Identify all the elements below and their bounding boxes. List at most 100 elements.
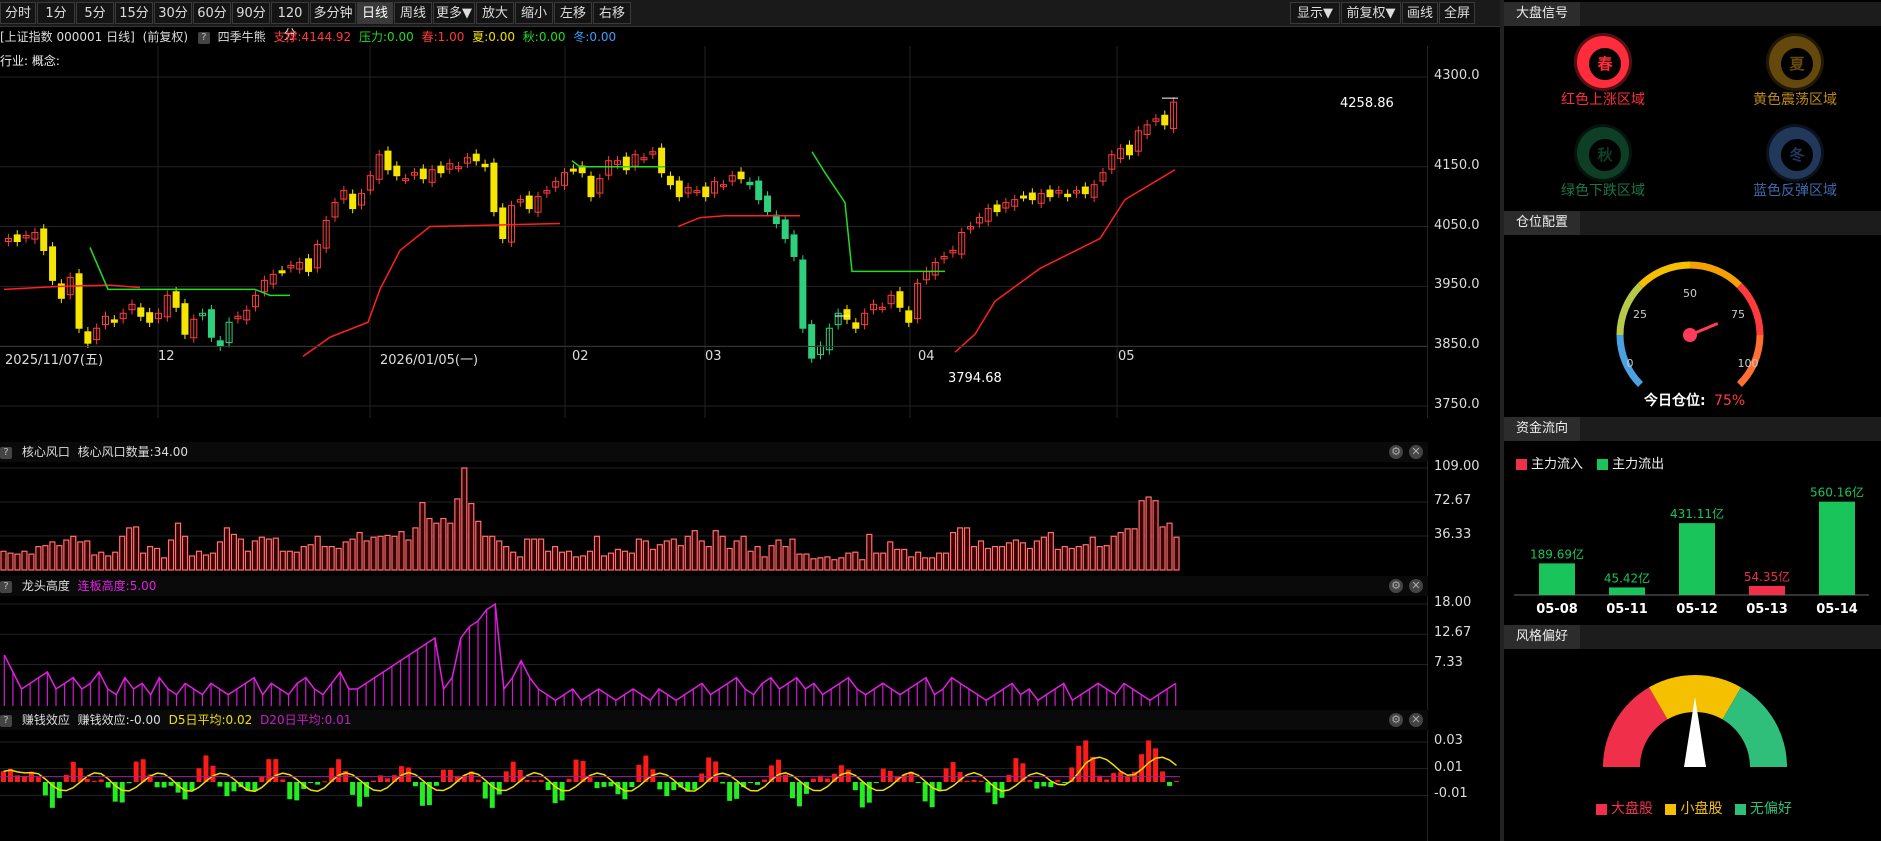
period-button-15[interactable]: 右移 xyxy=(593,2,631,24)
help-icon[interactable]: ? xyxy=(197,31,210,44)
money-bar xyxy=(482,782,488,799)
money-bar xyxy=(545,782,551,790)
signal-header: 大盘信号 xyxy=(1504,2,1881,26)
panel1-title-bar: ? 核心风口 核心风口数量:34.00 xyxy=(0,442,1428,462)
hotspot-bar xyxy=(133,526,140,571)
flow-date-0: 05-08 xyxy=(1536,602,1578,617)
panel3-settings-icon[interactable]: ⚙ xyxy=(1389,713,1403,727)
p1-tick-0: 109.00 xyxy=(1434,459,1480,474)
panel1-close-icon[interactable]: ✕ xyxy=(1409,445,1423,459)
hotspot-bar xyxy=(426,517,433,571)
panel2-title: 龙头高度 xyxy=(21,579,70,593)
hotspot-bar xyxy=(691,530,698,571)
hotspot-bar xyxy=(796,553,803,571)
period-button-6[interactable]: 90分 xyxy=(232,2,270,24)
candle-body xyxy=(737,171,745,180)
panel2-settings-icon[interactable]: ⚙ xyxy=(1389,579,1403,593)
money-bar xyxy=(42,782,48,796)
season-icon-2[interactable]: 秋 xyxy=(1577,127,1629,179)
season-icon-0[interactable]: 春 xyxy=(1577,36,1629,88)
style-swatch-large xyxy=(1596,803,1607,815)
period-button-5[interactable]: 60分 xyxy=(193,2,231,24)
toolbar-right-button-1[interactable]: 前复权▼ xyxy=(1341,2,1401,24)
period-button-4[interactable]: 30分 xyxy=(154,2,192,24)
period-button-12[interactable]: 放大 xyxy=(476,2,514,24)
money-bar xyxy=(1027,779,1033,782)
period-button-1[interactable]: 1分 xyxy=(37,2,75,24)
hotspot-bar xyxy=(538,538,545,571)
style-tab[interactable]: 风格偏好 xyxy=(1504,625,1581,649)
hotspot-bar xyxy=(447,522,454,571)
money-bar xyxy=(524,779,530,782)
hotspot-bar xyxy=(405,539,412,571)
money-bar xyxy=(971,779,977,782)
panel1-settings-icon[interactable]: ⚙ xyxy=(1389,445,1403,459)
money-bar xyxy=(1104,779,1110,782)
season-icon-3[interactable]: 冬 xyxy=(1769,127,1821,179)
period-button-13[interactable]: 缩小 xyxy=(515,2,553,24)
hotspot-bar xyxy=(398,531,405,571)
position-tab[interactable]: 仓位配置 xyxy=(1504,211,1581,235)
p3-tick-2: -0.01 xyxy=(1434,786,1468,802)
flow-tab[interactable]: 资金流向 xyxy=(1504,417,1581,441)
hotspot-bar xyxy=(963,527,971,571)
hotspot-bar xyxy=(251,540,258,571)
panel3-close-icon[interactable]: ✕ xyxy=(1409,713,1423,727)
candle-body xyxy=(349,193,357,210)
help-icon[interactable]: ? xyxy=(0,580,12,593)
period-button-7[interactable]: 120分 xyxy=(271,2,309,43)
toolbar-right-button-2[interactable]: 画线 xyxy=(1402,2,1438,24)
panel3-title-bar: ? 赚钱效应 赚钱效应:-0.00 D5日平均:0.02 D20日平均:0.01 xyxy=(0,710,1428,730)
money-bar xyxy=(350,782,356,795)
money-bar xyxy=(692,782,698,790)
date-tick-0: 2025/11/07(五) xyxy=(5,353,104,368)
hotspot-bar xyxy=(831,559,838,571)
candle-body xyxy=(808,324,816,359)
period-button-11[interactable]: 更多▼ xyxy=(433,2,475,24)
period-button-10[interactable]: 周线 xyxy=(394,2,432,24)
flow-date-3: 05-13 xyxy=(1746,602,1788,617)
style-legend: 大盘股 小盘股 无偏好 xyxy=(1596,798,1792,818)
hotspot-bar xyxy=(956,527,964,571)
period-button-8[interactable]: 多分钟 xyxy=(310,2,356,24)
period-button-9[interactable]: 日线 xyxy=(357,2,393,24)
hotspot-bar xyxy=(565,550,573,571)
period-button-0[interactable]: 分时 xyxy=(0,2,36,24)
help-icon[interactable]: ? xyxy=(0,714,12,727)
help-icon[interactable]: ? xyxy=(0,446,12,459)
money-bar xyxy=(35,777,41,782)
hotspot-bar xyxy=(363,540,370,571)
hotspot-bar xyxy=(586,550,594,571)
hotspot-bar xyxy=(119,535,126,571)
flow-value-0: 189.69亿 xyxy=(1530,546,1584,561)
style-gauge xyxy=(1603,675,1787,767)
period-button-2[interactable]: 5分 xyxy=(76,2,114,24)
money-bar xyxy=(608,782,614,787)
toolbar-right-button-3[interactable]: 全屏 xyxy=(1439,2,1475,24)
period-button-3[interactable]: 15分 xyxy=(115,2,153,24)
adjust-label: (前复权) xyxy=(142,30,189,44)
hotspot-bar xyxy=(244,550,251,571)
money-bar xyxy=(1111,773,1117,782)
price-tick-1: 4150.0 xyxy=(1434,157,1480,173)
money-bar xyxy=(1174,781,1179,783)
p1-tick-1: 72.67 xyxy=(1434,492,1472,508)
season-icon-1[interactable]: 夏 xyxy=(1769,36,1821,88)
hotspot-bar xyxy=(1117,531,1124,571)
hotspot-bar xyxy=(461,467,468,571)
hotspot-bar xyxy=(433,522,440,571)
money-bar xyxy=(217,782,223,787)
panel2-close-icon[interactable]: ✕ xyxy=(1409,579,1423,593)
hotspot-bar xyxy=(56,545,63,571)
hotspot-bar xyxy=(915,551,922,571)
toolbar-right-button-0[interactable]: 显示▼ xyxy=(1290,2,1340,24)
money-bar xyxy=(336,759,342,782)
signal-tab[interactable]: 大盘信号 xyxy=(1504,2,1581,26)
hotspot-bar xyxy=(468,502,475,571)
candle-body xyxy=(746,181,754,186)
money-bar xyxy=(161,782,167,788)
hotspot-bar xyxy=(719,535,726,571)
period-button-14[interactable]: 左移 xyxy=(554,2,592,24)
money-bar xyxy=(70,761,76,782)
money-bar xyxy=(629,782,635,788)
